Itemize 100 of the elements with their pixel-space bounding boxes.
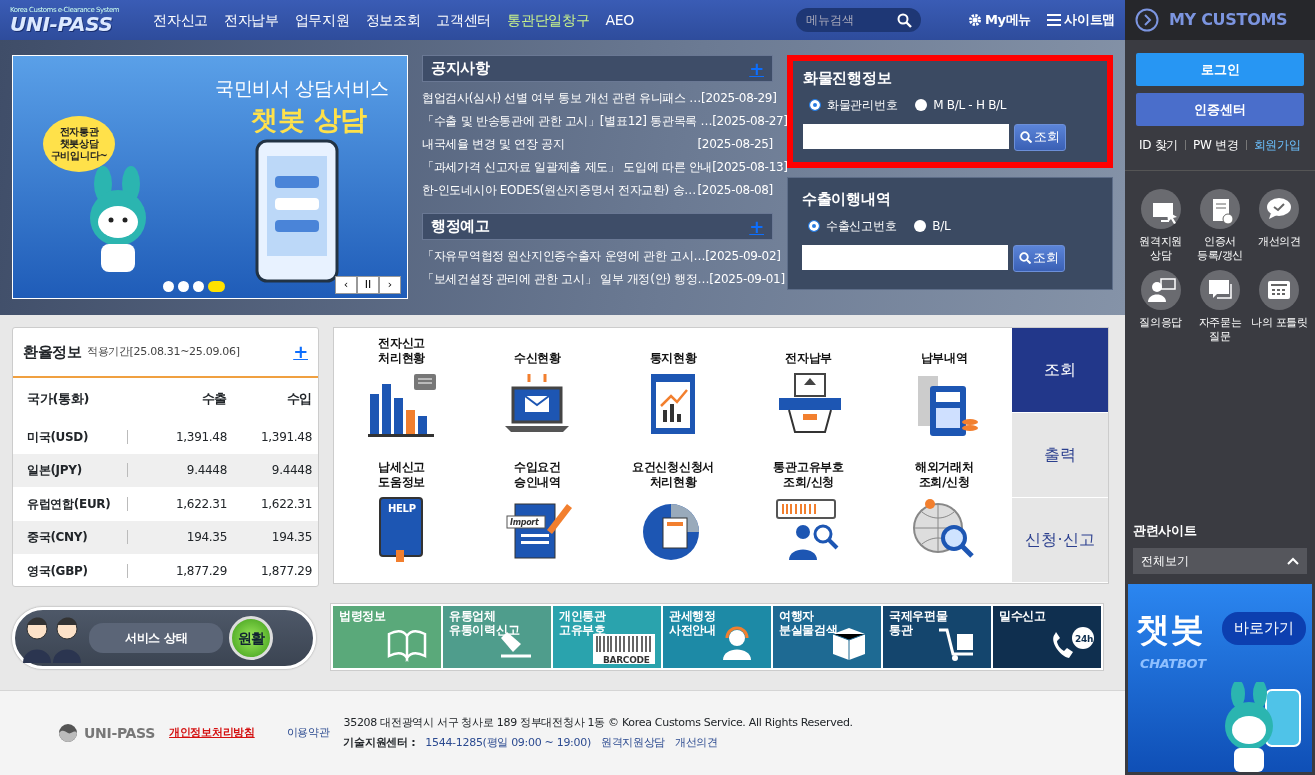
carousel-dot[interactable] <box>163 281 174 292</box>
section-title: 공지사항 <box>431 58 490 80</box>
service-link[interactable]: 통지현황 <box>649 336 697 366</box>
carousel-dot[interactable] <box>178 281 189 292</box>
account-link[interactable]: PW 변경 <box>1193 136 1239 154</box>
menu-item[interactable]: 전자신고 <box>153 9 208 31</box>
sidebar-title: MY CUSTOMS <box>1169 9 1288 31</box>
shortcut-link[interactable]: 개선의견 <box>1249 189 1309 264</box>
notice-link[interactable]: 「과세가격 신고자료 일괄제출 제도」 도입에 따른 안내 <box>422 157 713 176</box>
table-cell-text: 9.4448 <box>270 462 312 480</box>
go-button[interactable]: 바로가기 <box>1222 612 1306 645</box>
notice-link[interactable]: 한-인도네시아 EODES(원산지증명서 전자교환) 송… <box>422 180 696 199</box>
table-cell-text: 1,622.31 <box>259 495 312 513</box>
footer-link[interactable]: 개인정보처리방침 <box>169 724 255 742</box>
service-link[interactable]: 전자신고 처리현황 <box>378 336 426 366</box>
account-link[interactable]: ID 찾기 <box>1139 136 1179 154</box>
service-link[interactable]: 수신현황 <box>514 336 561 366</box>
service-link[interactable]: 통관고유부호 조회/신청 <box>773 459 844 490</box>
menu-item[interactable]: 통관단일창구 <box>507 9 590 31</box>
quick-link-tile[interactable]: 국제우편물 통관 <box>883 606 991 668</box>
menu-item[interactable]: 업무지원 <box>294 9 350 31</box>
table-cell-text: 영국(GBP) <box>27 562 89 580</box>
quick-link-tile[interactable]: 관세행정 사전안내 <box>663 606 771 668</box>
radio-button[interactable] <box>809 98 821 111</box>
shortcut-link[interactable]: 원격지원 상담 <box>1131 189 1191 264</box>
category-tab[interactable]: 신청·신고 <box>1012 498 1108 583</box>
previous-button[interactable]: ‹ <box>335 276 357 294</box>
category-tab[interactable]: 조회 <box>1012 328 1108 413</box>
quick-link-tile[interactable]: 밀수신고 24h <box>993 606 1101 668</box>
menu-item[interactable]: 고객센터 <box>436 9 492 31</box>
promo-banner[interactable]: 전자통관 챗봇상담 구비입니다~ 국민비서 상담서비스 챗봇 상담 ‹ II › <box>12 55 408 299</box>
status-indicator: 원활 <box>229 616 274 660</box>
service-link[interactable]: 요건신청신청서 처리현황 <box>632 459 714 490</box>
chevron-right-icon[interactable] <box>1135 8 1159 32</box>
period-text: 적용기간[25.08.31~25.09.06] <box>86 343 240 360</box>
column-header: 국가(통화) <box>27 390 91 409</box>
number-input-field[interactable] <box>803 123 1009 149</box>
category-tab[interactable]: 출력 <box>1012 413 1108 498</box>
footer-link[interactable]: 개선의견 <box>675 734 718 751</box>
radio-option[interactable]: B/L <box>914 216 951 235</box>
address-text: 35208 대전광역시 서구 청사로 189 정부대전청사 1동 © Korea Customs Service. All Rights Reserved. <box>343 715 853 731</box>
radio-option[interactable]: 화물관리번호 <box>809 95 898 114</box>
shortcut-link[interactable]: 나의 포틀릿 <box>1249 269 1309 345</box>
service-link[interactable]: 수입요건 승인내역 <box>514 459 561 490</box>
sitemap-link[interactable]: 사이트맵 <box>1047 10 1115 30</box>
footer-logo: UNI-PASS <box>84 723 156 743</box>
notice-date: [2025-08-27] <box>712 112 788 130</box>
support-label: 기술지원센터 : <box>343 734 416 751</box>
service-link[interactable]: 납세신고 도움정보 <box>378 459 426 490</box>
footer-link[interactable]: 원격지원상담 <box>600 734 666 751</box>
certificate-center-button[interactable]: 인증센터 <box>1136 93 1304 126</box>
notice-link[interactable]: 「보세건설장 관리에 관한 고시」 일부 개정(안) 행정… <box>422 269 710 288</box>
more-button[interactable]: + <box>293 343 308 361</box>
menu-item[interactable]: 전자납부 <box>223 9 279 31</box>
radio-option[interactable]: M B/L - H B/L <box>915 95 1007 114</box>
carousel-dot[interactable] <box>193 281 204 292</box>
radio-button[interactable] <box>914 219 927 232</box>
calculator-icon <box>1259 269 1300 310</box>
related-sites-dropdown[interactable]: 전체보기 <box>1133 548 1307 574</box>
menu-item[interactable]: 정보조회 <box>365 9 421 31</box>
service-link[interactable]: 전자납부 <box>785 336 832 366</box>
account-link[interactable]: 회원가입 <box>1253 136 1301 154</box>
card-title: 환율정보 <box>23 341 82 363</box>
search-button[interactable]: 조회 <box>1014 123 1066 151</box>
notice-link[interactable]: 협업검사(심사) 선별 여부 통보 개선 관련 유니패스 … <box>422 88 702 107</box>
my-menu-link[interactable]: My메뉴 <box>967 10 1032 30</box>
footer-link[interactable]: 이용약관 <box>286 724 330 742</box>
table-cell-text: 1,391.48 <box>175 428 227 446</box>
radio-button[interactable] <box>808 219 820 232</box>
menu-item[interactable]: AEO <box>605 9 634 31</box>
banner-title: 국민비서 상담서비스 <box>214 76 389 101</box>
shortcut-link[interactable]: 질의응답 <box>1131 269 1191 345</box>
notice-link[interactable]: 「수출 및 반송통관에 관한 고시」[별표12] 통관목록 … <box>422 111 713 130</box>
pause-button[interactable]: II <box>357 276 379 294</box>
search-field[interactable]: 메뉴검색 <box>795 8 921 32</box>
search-button[interactable]: 조회 <box>1013 244 1065 272</box>
notice-date: [2025-09-02] <box>705 247 781 265</box>
speech-bubble: 전자통관 챗봇상담 구비입니다~ <box>43 116 115 172</box>
table-cell-text: 194.35 <box>270 529 312 547</box>
column-header: 수입 <box>285 390 312 409</box>
quick-link-tile[interactable]: 여행자 분실물검색 <box>773 606 881 668</box>
service-link[interactable]: 해외거래처 조회/신청 <box>914 459 974 490</box>
table-cell-text: 1,391.48 <box>259 428 312 446</box>
logo[interactable]: UNI-PASS <box>10 13 120 34</box>
notice-link[interactable]: 내국세율 변경 및 연장 공지 <box>422 134 565 153</box>
table-cell-text: 1,877.29 <box>175 562 227 580</box>
table-cell-text: 1,877.29 <box>259 562 312 580</box>
service-link[interactable]: 납부내역 <box>920 336 968 366</box>
shortcut-link[interactable]: 인증서 등록/갱신 <box>1190 189 1250 264</box>
certificate-icon <box>1200 189 1240 229</box>
person-chat-icon <box>1140 269 1181 310</box>
radio-option[interactable]: 수출신고번호 <box>808 216 897 235</box>
notice-link[interactable]: 「자유무역협정 원산지인증수출자 운영에 관한 고시… <box>422 246 706 265</box>
next-button[interactable]: › <box>379 276 401 294</box>
shortcut-link[interactable]: 자주묻는 질문 <box>1190 269 1250 345</box>
radio-button[interactable] <box>915 98 928 111</box>
chatbot-banner[interactable]: 챗봇 CHATBOT 바로가기 <box>1128 584 1312 772</box>
number-input-field[interactable] <box>802 244 1008 270</box>
search-icon <box>1020 131 1032 143</box>
barcode-icon: BARCODE <box>593 634 655 664</box>
